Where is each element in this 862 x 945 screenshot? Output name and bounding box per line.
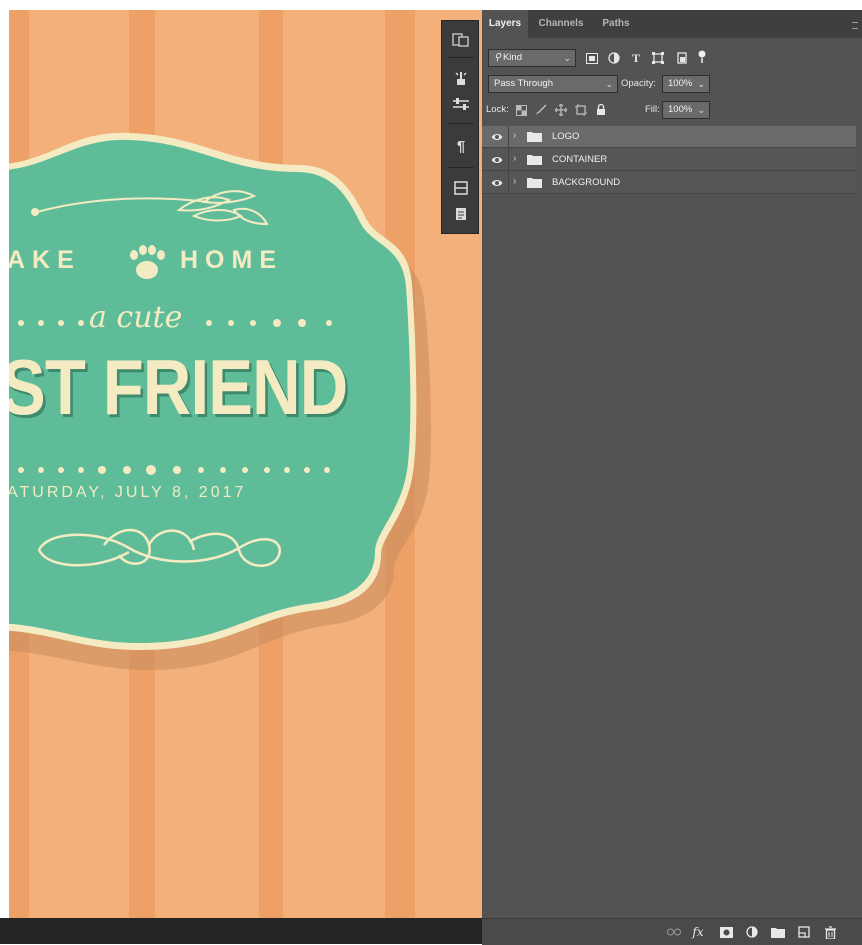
chevron-right-icon[interactable]: › [513, 153, 516, 165]
search-icon: ⚲ [494, 52, 501, 63]
notes-icon[interactable] [449, 203, 473, 225]
layer-row-background[interactable]: › BACKGROUND [482, 172, 856, 194]
document-canvas[interactable]: AKE HOME a cute ST FRIEND ATURDAY, JULY … [9, 10, 482, 918]
layers-panel: Layers Channels Paths ⚲ Kind ⌄ T Pass Thr… [482, 10, 862, 945]
filter-smart-object-icon[interactable] [674, 49, 690, 67]
filter-shape-icon[interactable] [650, 49, 666, 67]
badge-text-home: HOME [180, 246, 283, 274]
fill-value: 100% [668, 104, 693, 115]
filter-kind-select[interactable]: ⚲ Kind ⌄ [488, 49, 576, 67]
layers-footer: fx [482, 918, 862, 945]
panel-tab-bar: Layers Channels Paths [482, 10, 862, 38]
filter-pixel-icon[interactable] [584, 49, 600, 67]
opacity-input[interactable]: 100% ⌄ [662, 75, 710, 93]
brush-presets-icon[interactable] [449, 67, 473, 89]
adjustment-layer-icon[interactable] [744, 924, 760, 940]
new-layer-icon[interactable] [796, 924, 812, 940]
filter-kind-label: Kind [502, 52, 522, 63]
fill-label: Fill: [645, 104, 660, 115]
tab-paths[interactable]: Paths [596, 10, 636, 38]
fx-label: fx [692, 925, 704, 939]
lock-label: Lock: [486, 104, 509, 115]
chevron-down-icon: ⌄ [697, 79, 705, 89]
lock-transparent-icon[interactable] [514, 101, 528, 119]
layer-row-container[interactable]: › CONTAINER [482, 149, 856, 171]
navigator-icon[interactable] [449, 177, 473, 199]
lock-all-icon[interactable] [594, 101, 608, 119]
lock-artboard-icon[interactable] [574, 101, 588, 119]
layer-row-logo[interactable]: › LOGO [482, 126, 856, 148]
layers-list: › LOGO › CONTAINER › BACKGROUND [482, 126, 862, 196]
filter-toggle-icon[interactable] [696, 48, 708, 66]
badge-text-a-cute: a cute [89, 300, 183, 335]
layer-name: BACKGROUND [552, 177, 621, 188]
chevron-down-icon: ⌄ [697, 105, 705, 115]
folder-icon [527, 132, 542, 142]
badge-date: ATURDAY, JULY 8, 2017 [9, 484, 247, 501]
fx-icon[interactable]: fx [690, 924, 706, 940]
delete-icon[interactable] [822, 924, 838, 940]
eye-icon[interactable] [491, 154, 503, 166]
lock-move-icon[interactable] [554, 101, 568, 119]
lock-brush-icon[interactable] [534, 101, 548, 119]
link-layers-icon[interactable] [666, 924, 682, 940]
badge-text-take: AKE [9, 246, 81, 274]
adjustments-icon[interactable] [449, 93, 473, 115]
status-bar [0, 918, 482, 944]
opacity-value: 100% [668, 78, 693, 89]
folder-icon [527, 155, 542, 165]
history-icon[interactable] [449, 29, 473, 51]
opacity-label: Opacity: [621, 78, 656, 89]
blend-mode-value: Pass Through [494, 78, 553, 89]
chevron-down-icon: ⌄ [563, 53, 571, 63]
layer-name: CONTAINER [552, 154, 608, 165]
filter-adjustment-icon[interactable] [606, 49, 622, 67]
panel-dock-strip: ¶ [441, 20, 479, 234]
new-group-icon[interactable] [770, 924, 786, 940]
panel-menu-icon[interactable] [852, 22, 858, 29]
tab-channels[interactable]: Channels [532, 10, 590, 38]
badge-headline: ST FRIEND [9, 343, 348, 431]
blend-mode-select[interactable]: Pass Through ⌄ [488, 75, 618, 93]
fill-input[interactable]: 100% ⌄ [662, 101, 710, 119]
eye-icon[interactable] [491, 177, 503, 189]
layer-name: LOGO [552, 131, 580, 142]
tab-layers[interactable]: Layers [482, 10, 528, 38]
eye-icon[interactable] [491, 131, 503, 143]
folder-icon [527, 178, 542, 188]
logo-badge [9, 132, 432, 670]
chevron-down-icon: ⌄ [605, 79, 613, 89]
add-mask-icon[interactable] [718, 924, 734, 940]
chevron-right-icon[interactable]: › [513, 130, 516, 142]
chevron-right-icon[interactable]: › [513, 176, 516, 188]
paragraph-icon[interactable]: ¶ [449, 135, 473, 157]
filter-type-icon[interactable]: T [628, 49, 644, 67]
